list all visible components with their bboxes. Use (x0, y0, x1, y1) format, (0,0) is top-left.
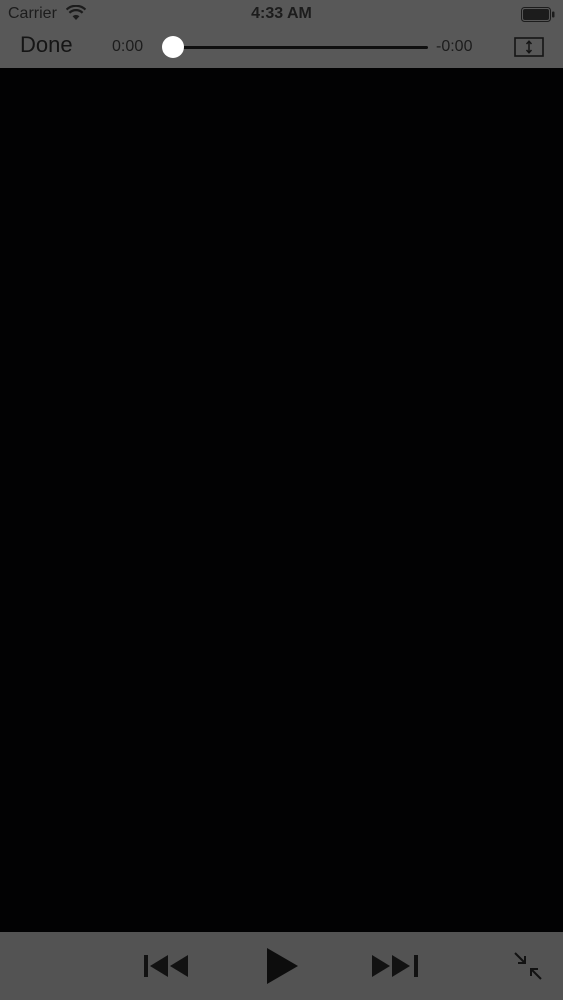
skip-back-icon[interactable] (142, 951, 192, 981)
skip-forward-icon[interactable] (370, 951, 420, 981)
minimize-icon[interactable] (512, 950, 544, 982)
scrubber-thumb[interactable] (162, 36, 184, 58)
time-elapsed: 0:00 (112, 38, 144, 55)
scrubber-track (170, 46, 428, 49)
aspect-ratio-icon[interactable] (514, 37, 544, 57)
video-player-screen: Carrier 4:33 AM Done 0:00 -0:00 (0, 0, 563, 1000)
battery-icon (521, 7, 555, 22)
status-bar: Carrier 4:33 AM (0, 0, 563, 28)
playback-scrubber[interactable] (162, 36, 428, 58)
video-controls-bar: Done 0:00 -0:00 (0, 28, 563, 68)
status-time: 4:33 AM (251, 5, 312, 22)
play-icon[interactable] (262, 946, 302, 986)
top-panel: Carrier 4:33 AM Done 0:00 -0:00 (0, 0, 563, 68)
done-button[interactable]: Done (20, 32, 73, 58)
video-area[interactable] (0, 68, 563, 932)
time-remaining: -0:00 (436, 38, 473, 55)
bottom-toolbar (0, 932, 563, 1000)
